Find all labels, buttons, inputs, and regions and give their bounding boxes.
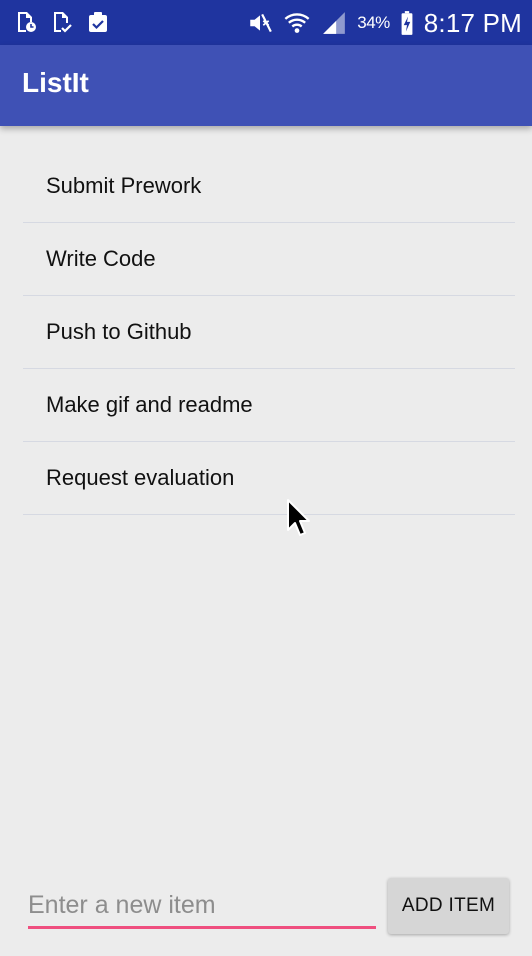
list-item-label: Submit Prework — [46, 173, 202, 198]
signal-icon — [323, 12, 346, 34]
status-bar: 34% 8:17 PM — [0, 0, 532, 45]
mute-icon — [250, 13, 273, 33]
file-clock-icon — [18, 12, 36, 32]
new-item-field — [28, 884, 376, 930]
wifi-icon — [284, 13, 310, 33]
add-item-button[interactable]: ADD ITEM — [388, 878, 509, 934]
input-underline — [28, 926, 376, 929]
battery-percent: 34% — [357, 13, 390, 32]
battery-charging-icon — [401, 11, 413, 35]
file-check-icon — [54, 12, 72, 33]
app-bar: ListIt — [0, 45, 532, 126]
clipboard-check-icon — [89, 12, 107, 32]
list-item-label: Make gif and readme — [46, 392, 253, 417]
notification-icons — [14, 10, 110, 34]
clock: 8:17 PM — [423, 7, 522, 38]
list-item[interactable]: Push to Github — [23, 296, 515, 369]
list-item[interactable]: Write Code — [23, 223, 515, 296]
list-item[interactable]: Submit Prework — [23, 150, 515, 223]
todo-list: Submit Prework Write Code Push to Github… — [23, 150, 515, 515]
mouse-cursor-icon — [287, 499, 310, 536]
list-item-label: Request evaluation — [46, 465, 235, 490]
list-item[interactable]: Request evaluation — [23, 442, 515, 515]
list-item-label: Push to Github — [46, 319, 192, 344]
list-item[interactable]: Make gif and readme — [23, 369, 515, 442]
list-item-label: Write Code — [46, 246, 156, 271]
new-item-input[interactable] — [28, 884, 376, 926]
app-title: ListIt — [22, 67, 89, 98]
system-icons: 34% 8:17 PM — [247, 8, 522, 38]
